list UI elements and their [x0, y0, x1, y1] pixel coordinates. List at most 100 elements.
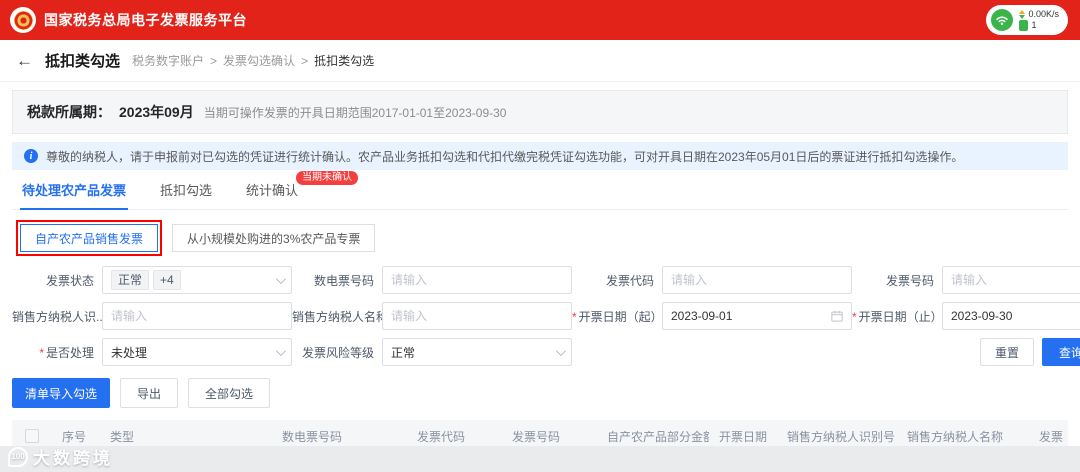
breadcrumb-item[interactable]: 税务数字账户	[132, 52, 204, 69]
chevron-down-icon	[275, 345, 286, 356]
filter-label: 数电票号码	[313, 273, 374, 288]
reset-button[interactable]: 重置	[979, 338, 1034, 366]
invoice-code-input[interactable]	[671, 273, 843, 287]
notice-text: 尊敬的纳税人，请于申报前对已勾选的凭证进行统计确认。农产品业务抵扣勾选和代扣代缴…	[46, 149, 964, 164]
column-header-type: 类型	[110, 429, 135, 444]
select-all-button[interactable]: 全部勾选	[188, 378, 271, 408]
network-status[interactable]: 0.00K/s 1	[986, 5, 1068, 35]
seller-name-input[interactable]	[391, 309, 563, 323]
column-header-seller-name: 销售方纳税人名称	[907, 429, 1004, 444]
filter-label: * 是否处理	[39, 345, 94, 360]
filter-form: 发票状态 正常 +4 数电票号码 发票代码 发票号码 销售方纳税人识... 销售…	[0, 266, 1080, 330]
watermark-text: 大数跨境	[33, 449, 113, 468]
filter-date-start: * 开票日期（起） 2023-09-01	[572, 302, 852, 330]
filter-label: 销售方纳税人识...	[12, 309, 102, 324]
app-title: 国家税务总局电子发票服务平台	[44, 12, 247, 28]
chevron-down-icon	[275, 273, 286, 284]
unconfirmed-badge: 当期未确认	[296, 171, 359, 185]
digital-invoice-no-input[interactable]	[391, 273, 563, 287]
status-more-tag: +4	[153, 270, 181, 290]
wifi-icon	[991, 9, 1014, 31]
column-header-digital-no: 数电票号码	[282, 429, 343, 444]
chevron-down-icon	[555, 345, 566, 356]
date-start-picker[interactable]: 2023-09-01	[662, 302, 852, 330]
filter-label: 发票号码	[885, 273, 934, 288]
export-button[interactable]: 导出	[120, 378, 179, 408]
footer-strip	[0, 446, 1080, 472]
subtab-row: 自产农产品销售发票 从小规模处购进的3%农产品专票	[16, 220, 1068, 256]
required-mark: *	[852, 309, 857, 324]
invoice-no-input[interactable]	[951, 273, 1080, 287]
column-header-seq: 序号	[62, 429, 87, 444]
filter-label: 发票风险等级	[301, 345, 374, 360]
filter-invoice-status: 发票状态 正常 +4	[12, 266, 292, 294]
info-icon: i	[24, 149, 38, 163]
notice-bar: i 尊敬的纳税人，请于申报前对已勾选的凭证进行统计确认。农产品业务抵扣勾选和代扣…	[12, 142, 1068, 170]
network-count: 1	[1031, 20, 1037, 30]
breadcrumb: 税务数字账户 > 发票勾选确认 > 抵扣类勾选	[132, 52, 374, 69]
risk-level-value: 正常	[391, 345, 416, 360]
column-header-invoice-no: 发票号码	[512, 429, 561, 444]
filter-label: 销售方纳税人名称	[292, 309, 382, 324]
filter-risk-level: 发票风险等级 正常	[292, 338, 572, 366]
import-select-button[interactable]: 清单导入勾选	[12, 378, 111, 408]
brand: 国家税务总局电子发票服务平台	[10, 7, 247, 33]
watermark: 100 大数跨境	[8, 444, 113, 469]
updown-arrows-icon	[1019, 10, 1026, 19]
invoice-status-select[interactable]: 正常 +4	[102, 266, 292, 294]
column-header-invoice-extra: 发票	[1039, 429, 1064, 444]
column-header-invoice-code: 发票代码	[417, 429, 466, 444]
filter-digital-invoice-no: 数电票号码	[292, 266, 572, 294]
status-tag: 正常	[111, 270, 150, 290]
subtab-small-scale-3pct-invoice[interactable]: 从小规模处购进的3%农产品专票	[172, 224, 376, 252]
date-end-picker[interactable]: 2023-09-30	[942, 302, 1080, 330]
tab-pending-produce-invoices[interactable]: 待处理农产品发票	[20, 180, 129, 210]
filter-label: * 开票日期（起）	[572, 309, 662, 324]
seller-taxid-input[interactable]	[111, 309, 283, 323]
column-header-issue-date: 开票日期	[719, 429, 768, 444]
breadcrumb-separator: >	[210, 53, 218, 68]
required-mark: *	[39, 345, 44, 360]
tax-period-bar: 税款所属期： 2023年09月 当期可操作发票的开具日期范围2017-01-01…	[12, 90, 1068, 134]
tax-logo-icon	[10, 7, 36, 33]
filter-invoice-code: 发票代码	[572, 266, 852, 294]
nav-row: ← 抵扣类勾选 税务数字账户 > 发票勾选确认 > 抵扣类勾选	[0, 40, 1080, 82]
filter-label: 发票代码	[605, 273, 654, 288]
filter-invoice-no: 发票号码	[852, 266, 1080, 294]
filter-processed: * 是否处理 未处理	[12, 338, 292, 366]
calendar-icon	[831, 310, 843, 322]
filter-seller-taxid: 销售方纳税人识...	[12, 302, 292, 330]
query-button[interactable]: 查询	[1041, 338, 1080, 366]
app-header: 国家税务总局电子发票服务平台 0.00K/s 1	[0, 0, 1080, 40]
header-checkbox-cell	[12, 429, 52, 443]
network-speed: 0.00K/s	[1028, 9, 1059, 19]
processed-select[interactable]: 未处理	[102, 338, 292, 366]
tab-deduction-select[interactable]: 抵扣勾选	[158, 180, 214, 209]
page-title: 抵扣类勾选	[45, 53, 121, 70]
tab-statistics-confirm[interactable]: 统计确认 当期未确认	[244, 171, 359, 209]
period-hint: 当期可操作发票的开具日期范围2017-01-01至2023-09-30	[203, 105, 507, 120]
subtab-self-produced-invoice[interactable]: 自产农产品销售发票	[20, 224, 159, 252]
action-row: 清单导入勾选 导出 全部勾选	[12, 378, 1068, 408]
period-label: 税款所属期：	[27, 104, 111, 120]
required-mark: *	[572, 309, 577, 324]
battery-icon	[1019, 20, 1029, 31]
breadcrumb-separator: >	[301, 53, 309, 68]
date-start-value: 2023-09-01	[671, 309, 733, 323]
back-button[interactable]: ←	[16, 51, 33, 71]
filter-row-3: * 是否处理 未处理 发票风险等级 正常 重置 查询	[0, 338, 1080, 366]
breadcrumb-item[interactable]: 发票勾选确认	[223, 52, 295, 69]
breadcrumb-current: 抵扣类勾选	[314, 54, 375, 68]
period-value: 2023年09月	[119, 104, 194, 120]
date-end-value: 2023-09-30	[951, 309, 1013, 323]
tab-statistics-confirm-label: 统计确认	[246, 183, 299, 198]
select-all-checkbox[interactable]	[25, 429, 39, 443]
filter-label: 发票状态	[45, 273, 94, 288]
filter-date-end: * 开票日期（止） 2023-09-30	[852, 302, 1080, 330]
column-header-seller-taxid: 销售方纳税人识别号	[787, 429, 896, 444]
risk-level-select[interactable]: 正常	[382, 338, 572, 366]
processed-value: 未处理	[111, 345, 148, 360]
filter-seller-name: 销售方纳税人名称	[292, 302, 572, 330]
column-header-produce-amount: 自产农产品部分金额	[607, 429, 709, 444]
watermark-logo-icon: 100	[8, 446, 28, 467]
